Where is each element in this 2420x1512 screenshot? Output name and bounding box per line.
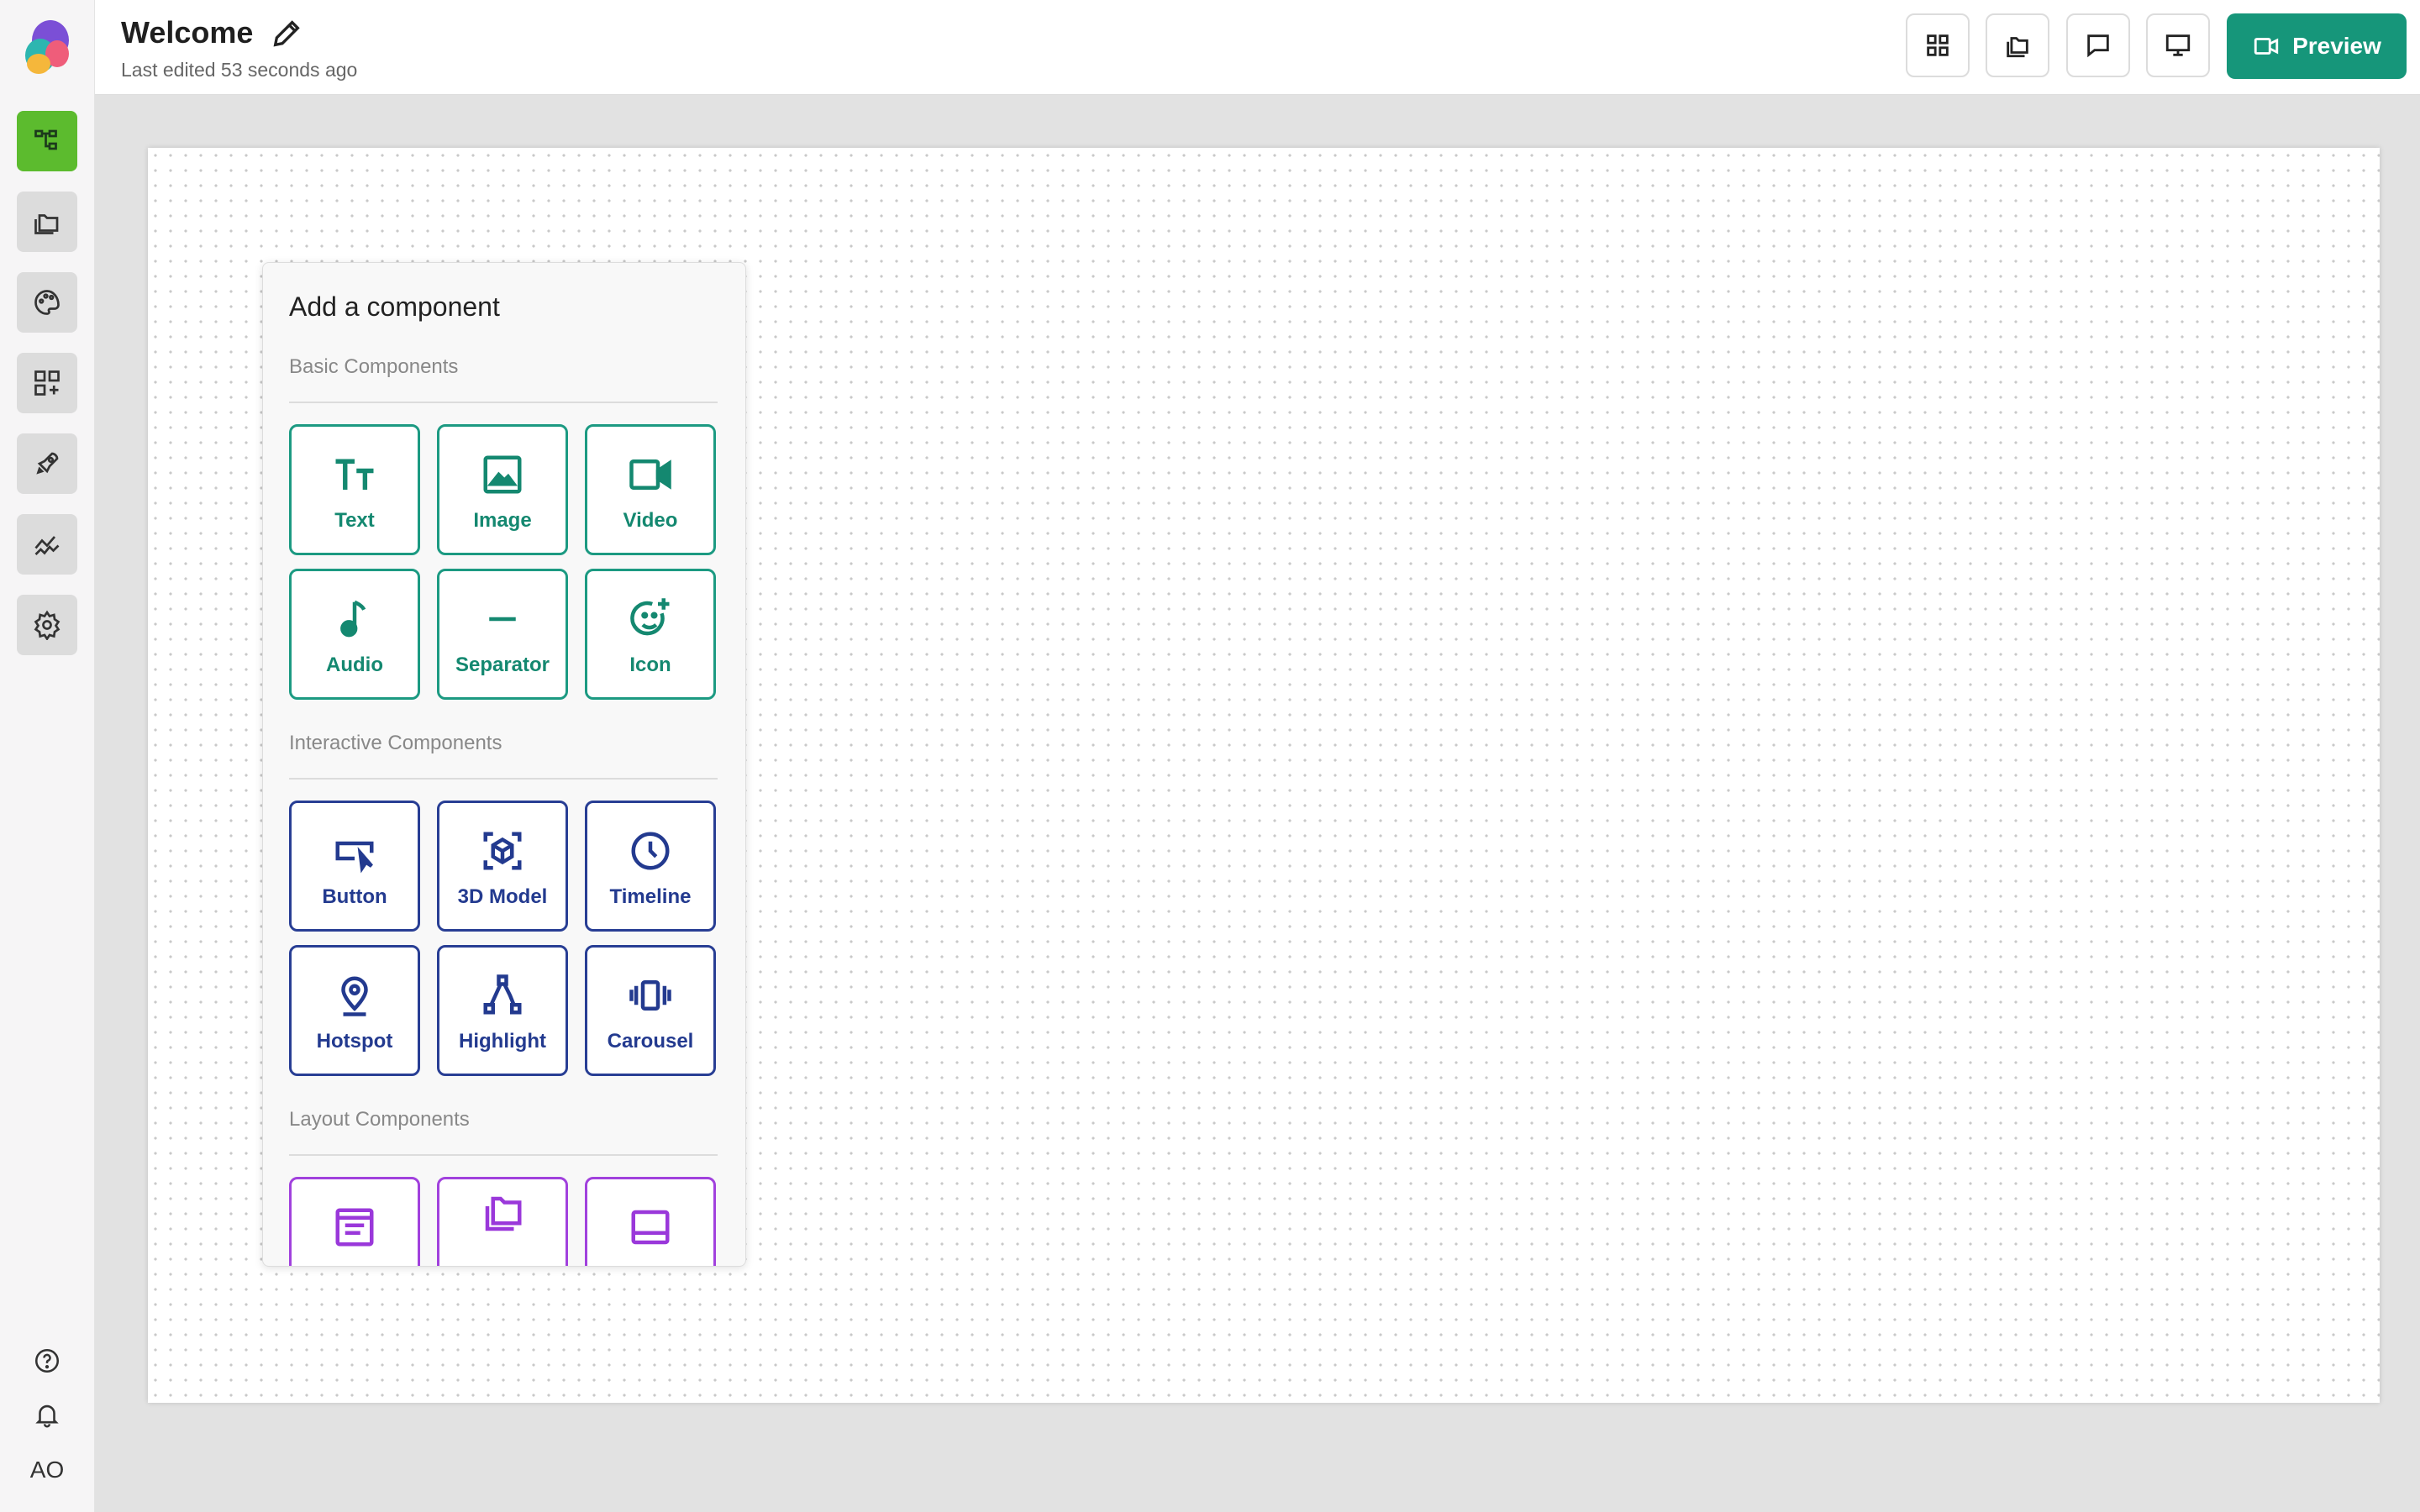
component-label: Timeline xyxy=(609,885,692,908)
component-separator[interactable]: Separator xyxy=(437,569,568,700)
component-image[interactable]: Image xyxy=(437,424,568,555)
analytics-icon xyxy=(34,536,60,555)
folders-icon xyxy=(34,214,59,234)
edit-title-button[interactable] xyxy=(270,17,303,50)
sidebar-item-files[interactable] xyxy=(17,192,77,252)
folders-icon xyxy=(2007,37,2028,58)
component-label: Text xyxy=(334,509,375,532)
component-video[interactable]: Video xyxy=(585,424,716,555)
add-component-panel: Add a component Basic Components Text Im… xyxy=(262,262,746,1267)
component-carousel[interactable]: Carousel xyxy=(585,945,716,1076)
component-layout-card[interactable] xyxy=(289,1177,420,1266)
palette-icon xyxy=(34,290,60,315)
add-widgets-icon xyxy=(34,370,60,396)
map-pin-icon xyxy=(341,976,368,1016)
panel-bottom-icon xyxy=(631,1210,670,1245)
component-label: Highlight xyxy=(459,1030,546,1053)
folder-stack-icon xyxy=(485,1196,522,1231)
component-3d-model[interactable]: 3D Model xyxy=(437,801,568,932)
section-label-interactive: Interactive Components xyxy=(289,732,502,754)
grid-view-button[interactable] xyxy=(1906,13,1970,77)
separator-icon xyxy=(489,617,516,622)
notifications-button[interactable] xyxy=(27,1394,67,1435)
sidebar-item-settings[interactable] xyxy=(17,595,77,655)
cube-icon xyxy=(483,832,522,870)
component-label: Button xyxy=(322,885,387,908)
component-timeline[interactable]: Timeline xyxy=(585,801,716,932)
top-bar: Welcome Last edited 53 seconds ago Previ… xyxy=(95,0,2420,95)
component-layout-tabs[interactable] xyxy=(437,1177,568,1266)
app-logo[interactable] xyxy=(17,17,76,76)
help-icon xyxy=(34,1348,60,1373)
nodes-icon xyxy=(483,974,522,1015)
carousel-icon xyxy=(629,980,671,1011)
component-label: 3D Model xyxy=(457,885,548,908)
music-note-icon xyxy=(340,600,366,638)
clock-icon xyxy=(631,832,670,870)
emoji-add-icon xyxy=(630,598,670,636)
comments-button[interactable] xyxy=(2066,13,2130,77)
section-divider xyxy=(289,402,718,403)
last-edited-status: Last edited 53 seconds ago xyxy=(121,59,358,81)
files-button[interactable] xyxy=(1986,13,2049,77)
component-audio[interactable]: Audio xyxy=(289,569,420,700)
help-button[interactable] xyxy=(27,1341,67,1381)
text-icon xyxy=(335,459,374,490)
comment-icon xyxy=(2087,34,2109,58)
sidebar-item-widgets[interactable] xyxy=(17,353,77,413)
component-label: Image xyxy=(473,509,532,532)
sidebar-item-publish[interactable] xyxy=(17,433,77,494)
preview-button[interactable]: Preview xyxy=(2227,13,2407,79)
component-label: Icon xyxy=(629,654,671,676)
component-highlight[interactable]: Highlight xyxy=(437,945,568,1076)
sidebar-item-theme[interactable] xyxy=(17,272,77,333)
bell-icon xyxy=(35,1404,59,1428)
section-label-layout: Layout Components xyxy=(289,1108,470,1131)
rocket-icon xyxy=(36,452,59,475)
preview-label: Preview xyxy=(2292,33,2381,59)
sidebar-item-analytics[interactable] xyxy=(17,514,77,575)
component-label: Hotspot xyxy=(316,1030,393,1053)
user-avatar[interactable]: AO xyxy=(17,1452,77,1488)
settings-icon xyxy=(34,610,60,640)
component-label: Carousel xyxy=(607,1030,694,1053)
image-icon xyxy=(483,455,522,494)
component-label: Audio xyxy=(326,654,383,676)
section-divider xyxy=(289,1154,718,1156)
section-label-basic: Basic Components xyxy=(289,355,459,378)
component-button[interactable]: Button xyxy=(289,801,420,932)
component-icon[interactable]: Icon xyxy=(585,569,716,700)
component-label: Video xyxy=(623,509,678,532)
component-layout-footer[interactable] xyxy=(585,1177,716,1266)
left-sidebar: AO xyxy=(0,0,95,1512)
window-text-icon xyxy=(335,1208,374,1247)
component-hotspot[interactable]: Hotspot xyxy=(289,945,420,1076)
sidebar-item-layers[interactable] xyxy=(17,111,77,171)
section-divider xyxy=(289,778,718,780)
component-label: Separator xyxy=(455,654,550,676)
pencil-icon xyxy=(273,20,300,47)
layout-components-row xyxy=(263,1173,745,1266)
button-click-icon xyxy=(335,841,374,874)
panel-title: Add a component xyxy=(289,291,500,322)
device-preview-button[interactable] xyxy=(2146,13,2210,77)
monitor-icon xyxy=(2165,34,2191,56)
layers-icon xyxy=(34,129,57,150)
video-camera-icon xyxy=(2254,38,2279,55)
document-title[interactable]: Welcome xyxy=(121,15,253,50)
component-text[interactable]: Text xyxy=(289,424,420,555)
video-icon xyxy=(629,459,671,490)
grid-icon xyxy=(1927,34,1949,56)
